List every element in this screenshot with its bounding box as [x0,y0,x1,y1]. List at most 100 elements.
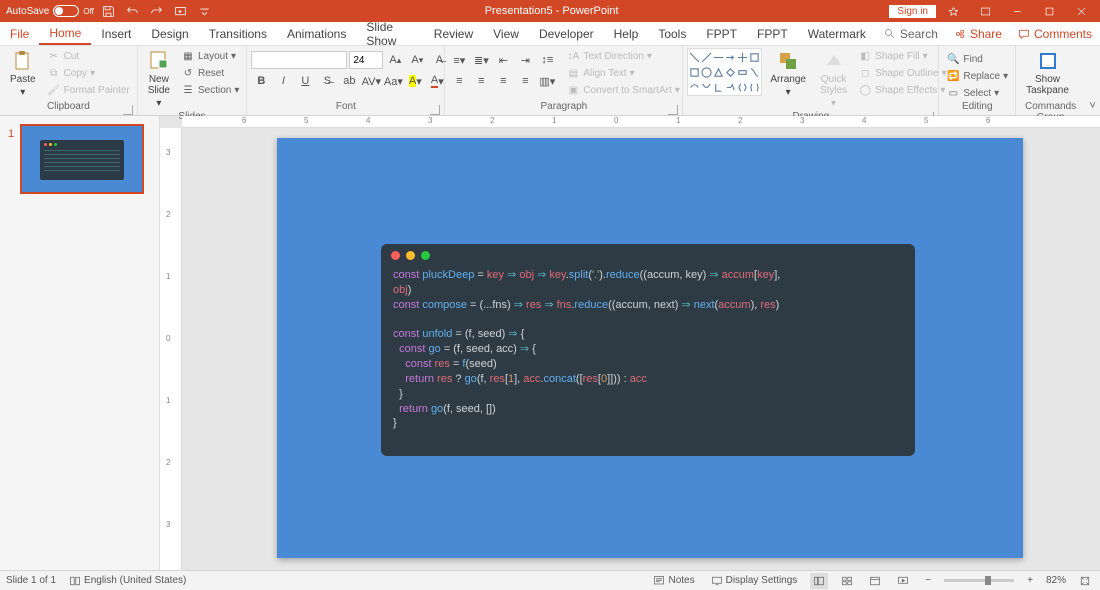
decrease-indent-button[interactable]: ⇤ [493,51,513,69]
columns-button[interactable]: ▥▾ [537,72,557,90]
find-button[interactable]: 🔍Find [943,51,1011,67]
zoom-in-button[interactable]: + [1024,575,1036,586]
shape-fill-button[interactable]: ◧Shape Fill▾ [855,48,949,64]
ribbon-display-button[interactable] [970,0,1000,22]
decrease-font-button[interactable]: A▾ [407,51,427,69]
tab-transitions[interactable]: Transitions [199,22,277,45]
quick-styles-button[interactable]: Quick Styles▾ [814,48,853,111]
slide-counter[interactable]: Slide 1 of 1 [6,575,56,586]
shape-0[interactable] [689,50,700,64]
section-button[interactable]: ☰Section▾ [178,82,242,98]
numbering-button[interactable]: ≣▾ [471,51,491,69]
tab-watermark[interactable]: Watermark [798,22,876,45]
tell-me-search[interactable]: Search [876,22,946,45]
arrange-button[interactable]: Arrange▾ [764,48,812,100]
collapse-ribbon-button[interactable]: ˅ [1085,46,1100,115]
shape-13[interactable] [701,80,712,94]
shape-17[interactable] [749,80,760,94]
shadow-button[interactable]: ab [339,72,359,90]
convert-smartart-button[interactable]: ▣Convert to SmartArt▾ [563,82,682,98]
reset-button[interactable]: ↺Reset [178,65,242,81]
char-spacing-button[interactable]: AV▾ [361,72,381,90]
language-button[interactable]: English (United States) [66,575,189,587]
align-left-button[interactable]: ≡ [449,72,469,90]
slide-thumbnail-1[interactable] [20,124,144,194]
underline-button[interactable]: U [295,72,315,90]
shape-9[interactable] [725,65,736,79]
shapes-gallery[interactable] [687,48,762,96]
slide-canvas[interactable]: const pluckDeep = key ⇒ obj ⇒ key.split(… [182,128,1100,570]
notes-button[interactable]: Notes [650,575,697,587]
tab-tools[interactable]: Tools [648,22,696,45]
align-center-button[interactable]: ≡ [471,72,491,90]
font-dialog-launcher[interactable] [430,105,440,115]
sign-in-button[interactable]: Sign in [889,5,936,18]
autosave-toggle[interactable]: AutoSave Off [6,5,94,17]
tab-insert[interactable]: Insert [91,22,141,45]
tab-fppt[interactable]: FPPT [696,22,747,45]
slide-1[interactable]: const pluckDeep = key ⇒ obj ⇒ key.split(… [277,138,1023,558]
shape-7[interactable] [701,65,712,79]
align-text-button[interactable]: ▤Align Text▾ [563,65,682,81]
shape-5[interactable] [749,50,760,64]
select-button[interactable]: ▭Select▾ [943,85,1011,101]
increase-indent-button[interactable]: ⇥ [515,51,535,69]
replace-button[interactable]: 🔁Replace ▾ [943,68,1011,84]
shape-10[interactable] [737,65,748,79]
align-right-button[interactable]: ≡ [493,72,513,90]
paste-button[interactable]: Paste▾ [4,48,42,100]
highlight-button[interactable]: A▾ [405,72,425,90]
shape-16[interactable] [737,80,748,94]
font-name-input[interactable] [251,51,347,69]
qat-customize-button[interactable] [196,2,214,20]
shape-14[interactable] [713,80,724,94]
tab-fppt[interactable]: FPPT [747,22,798,45]
line-spacing-button[interactable]: ↕≡ [537,51,557,69]
strikethrough-button[interactable]: S̶ [317,72,337,90]
bullets-button[interactable]: ≡▾ [449,51,469,69]
redo-button[interactable] [148,2,166,20]
clipboard-dialog-launcher[interactable] [123,105,133,115]
show-taskpane-button[interactable]: Show Taskpane [1020,48,1075,98]
slide-sorter-view-button[interactable] [838,573,856,589]
comments-button[interactable]: Comments [1010,22,1100,45]
increase-font-button[interactable]: A▴ [385,51,405,69]
slideshow-view-button[interactable] [894,573,912,589]
zoom-out-button[interactable]: − [922,575,934,586]
cut-button[interactable]: ✂Cut [44,48,133,64]
shape-8[interactable] [713,65,724,79]
shape-6[interactable] [689,65,700,79]
shape-2[interactable] [713,50,724,64]
tab-slide-show[interactable]: Slide Show [356,22,423,45]
undo-button[interactable] [124,2,142,20]
zoom-level[interactable]: 82% [1046,575,1066,586]
tab-animations[interactable]: Animations [277,22,356,45]
copy-button[interactable]: ⧉Copy▾ [44,65,133,81]
shape-3[interactable] [725,50,736,64]
justify-button[interactable]: ≡ [515,72,535,90]
close-button[interactable] [1066,0,1096,22]
shape-effects-button[interactable]: ◯Shape Effects▾ [855,82,949,98]
zoom-slider[interactable] [944,579,1014,582]
coming-soon-button[interactable] [938,0,968,22]
maximize-button[interactable] [1034,0,1064,22]
bold-button[interactable]: B [251,72,271,90]
code-window-shape[interactable]: const pluckDeep = key ⇒ obj ⇒ key.split(… [381,244,915,456]
format-painter-button[interactable]: 🖌Format Painter [44,82,133,98]
tab-help[interactable]: Help [604,22,649,45]
minimize-button[interactable] [1002,0,1032,22]
change-case-button[interactable]: Aa▾ [383,72,403,90]
share-button[interactable]: Share [946,22,1010,45]
normal-view-button[interactable] [810,573,828,589]
shape-12[interactable] [689,80,700,94]
new-slide-button[interactable]: New Slide▾ [142,48,176,111]
display-settings-button[interactable]: Display Settings [708,575,801,587]
tab-file[interactable]: File [0,22,39,45]
shape-outline-button[interactable]: ◻Shape Outline▾ [855,65,949,81]
save-button[interactable] [100,2,118,20]
start-from-beginning-button[interactable] [172,2,190,20]
shape-1[interactable] [701,50,712,64]
reading-view-button[interactable] [866,573,884,589]
tab-home[interactable]: Home [39,22,91,45]
font-color-button[interactable]: A▾ [427,72,447,90]
